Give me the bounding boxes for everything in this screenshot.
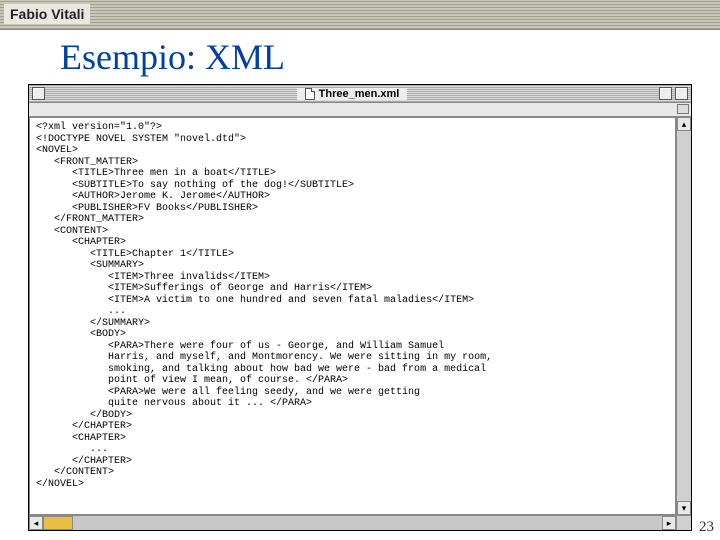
titlebar-right-controls (659, 87, 688, 100)
hscroll-track[interactable] (73, 516, 662, 530)
close-button[interactable] (32, 87, 45, 100)
editor-window: Three_men.xml <?xml version="1.0"?> <!DO… (28, 84, 692, 531)
slide-header-bar: Fabio Vitali (0, 0, 720, 30)
window-subbar (29, 103, 691, 117)
horizontal-scrollbar[interactable]: ◂ ▸ (29, 515, 691, 530)
document-icon (305, 88, 315, 100)
scroll-left-arrow-icon[interactable]: ◂ (29, 516, 43, 530)
scroll-right-arrow-icon[interactable]: ▸ (662, 516, 676, 530)
resize-corner[interactable] (676, 516, 691, 530)
collapse-button[interactable] (675, 87, 688, 100)
hscroll-thumb[interactable] (43, 516, 73, 530)
vertical-scrollbar[interactable]: ▴ ▾ (676, 117, 691, 515)
code-content[interactable]: <?xml version="1.0"?> <!DOCTYPE NOVEL SY… (29, 117, 676, 515)
scroll-down-arrow-icon[interactable]: ▾ (677, 501, 691, 515)
zoom-button[interactable] (659, 87, 672, 100)
page-number: 23 (699, 519, 714, 536)
titlebar-left-controls (32, 87, 45, 100)
filename-label: Three_men.xml (319, 88, 400, 100)
subbar-widget[interactable] (677, 104, 689, 114)
window-title: Three_men.xml (297, 88, 408, 100)
scroll-up-arrow-icon[interactable]: ▴ (677, 117, 691, 131)
window-titlebar[interactable]: Three_men.xml (29, 85, 691, 103)
author-label: Fabio Vitali (4, 4, 90, 24)
content-wrap: <?xml version="1.0"?> <!DOCTYPE NOVEL SY… (29, 117, 691, 515)
slide-title: Esempio: XML (60, 36, 720, 78)
